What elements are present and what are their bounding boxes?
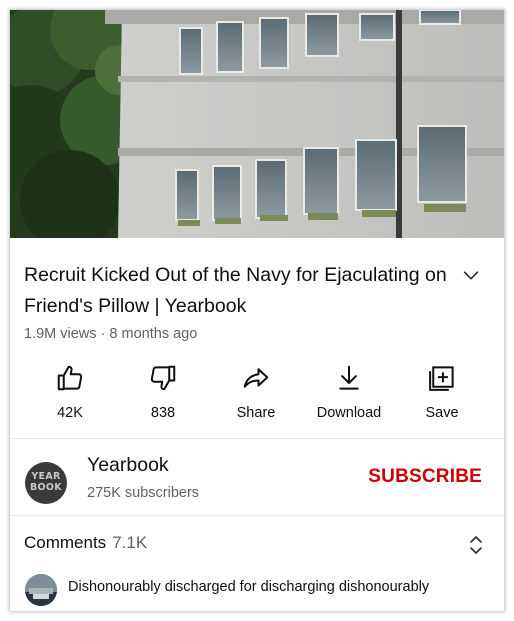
- upload-age: 8 months ago: [109, 326, 198, 342]
- dislike-button[interactable]: 838: [118, 363, 208, 421]
- comment-avatar-image: [25, 574, 57, 606]
- channel-name[interactable]: Yearbook: [87, 454, 169, 477]
- download-icon: [339, 365, 359, 390]
- download-button[interactable]: Download: [304, 363, 394, 421]
- save-icon: [429, 366, 454, 391]
- comment-avatar[interactable]: [25, 574, 57, 606]
- like-count: 42K: [57, 405, 83, 421]
- avatar-text-bottom: BOOK: [30, 482, 62, 493]
- subscribe-button[interactable]: SUBSCRIBE: [368, 466, 482, 488]
- comments-toggle-icon[interactable]: [466, 534, 486, 556]
- view-count: 1.9M views: [24, 326, 97, 342]
- dislike-icon: [150, 365, 176, 391]
- video-title: Recruit Kicked Out of the Navy for Ejacu…: [24, 264, 447, 317]
- video-frame-image: [10, 10, 504, 238]
- expand-chevron-icon[interactable]: [460, 264, 482, 286]
- comments-label: Comments: [24, 533, 107, 552]
- share-label: Share: [236, 405, 276, 421]
- divider: [10, 438, 504, 439]
- channel-avatar[interactable]: YEAR BOOK: [25, 462, 67, 504]
- download-label: Download: [316, 405, 382, 421]
- video-meta: 1.9M views · 8 months ago: [24, 326, 197, 342]
- subscriber-count: 275K subscribers: [87, 485, 200, 501]
- action-bar: 42K 838 Share Download Save: [10, 363, 504, 433]
- like-button[interactable]: 42K: [25, 363, 115, 421]
- save-label: Save: [425, 405, 459, 421]
- comments-header[interactable]: Comments 7.1K: [24, 533, 147, 553]
- like-icon: [57, 365, 83, 391]
- video-player[interactable]: [10, 10, 504, 238]
- dislike-count: 838: [150, 405, 176, 421]
- comments-count: 7.1K: [112, 533, 148, 552]
- divider: [10, 515, 504, 516]
- save-button[interactable]: Save: [397, 363, 487, 421]
- app-frame: Recruit Kicked Out of the Navy for Ejacu…: [9, 9, 505, 612]
- video-title-row[interactable]: Recruit Kicked Out of the Navy for Ejacu…: [24, 260, 494, 322]
- top-comment-text: Dishonourably discharged for discharging…: [68, 579, 430, 595]
- share-icon: [243, 368, 269, 388]
- share-button[interactable]: Share: [211, 363, 301, 421]
- avatar-text-top: YEAR: [31, 471, 61, 482]
